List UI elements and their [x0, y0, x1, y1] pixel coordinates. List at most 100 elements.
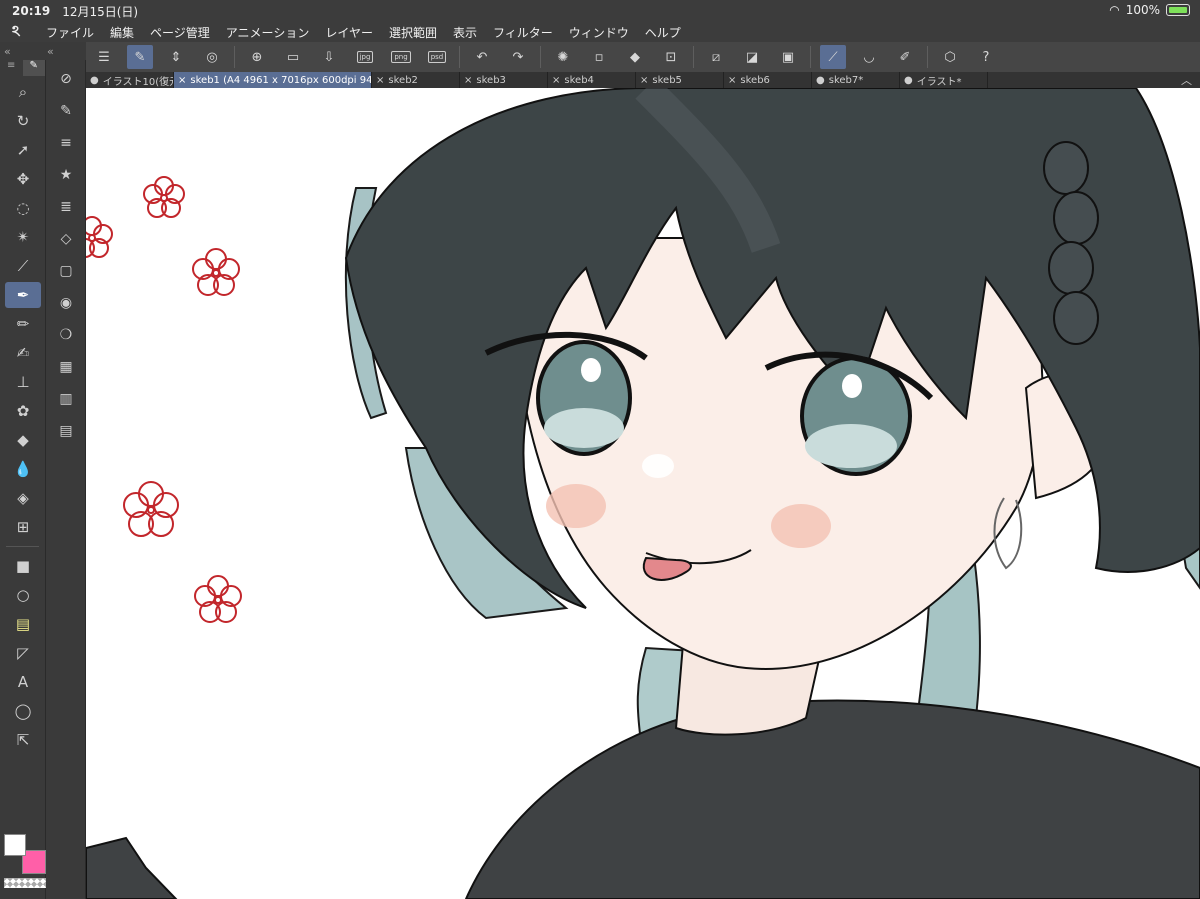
color-mix-icon[interactable]: ❍: [52, 322, 80, 348]
menu-help[interactable]: ヘルプ: [645, 24, 681, 41]
correct-line-icon[interactable]: ⇱: [5, 727, 41, 753]
loading-icon[interactable]: ✺: [550, 45, 576, 69]
close-icon[interactable]: ×: [728, 75, 736, 86]
drawing-canvas[interactable]: [86, 88, 1200, 899]
color-set-icon[interactable]: ▦: [52, 354, 80, 380]
tool-tab-brush[interactable]: ✎: [22, 60, 45, 76]
menu-filter[interactable]: フィルター: [493, 24, 553, 41]
edit-icon[interactable]: ✐: [892, 45, 918, 69]
menu-window[interactable]: ウィンドウ: [569, 24, 629, 41]
move-icon[interactable]: ✥: [5, 166, 41, 192]
layer-icon[interactable]: ◇: [52, 226, 80, 252]
battery-percent: 100%: [1125, 3, 1160, 17]
menu-file[interactable]: ファイル: [46, 24, 94, 41]
new-icon[interactable]: ⊕: [244, 45, 270, 69]
foreground-color-swatch[interactable]: [4, 834, 26, 856]
3d-icon[interactable]: ⬡: [937, 45, 963, 69]
show-selection-icon[interactable]: ▣: [775, 45, 801, 69]
close-icon[interactable]: ×: [178, 75, 186, 86]
menu-edit[interactable]: 編集: [110, 24, 134, 41]
layer-property-icon[interactable]: ≣: [52, 194, 80, 220]
eraser-icon[interactable]: ◆: [5, 427, 41, 453]
save-icon[interactable]: ⇩: [316, 45, 342, 69]
menu-view[interactable]: 表示: [453, 24, 477, 41]
clear-icon[interactable]: ▫: [586, 45, 612, 69]
menu-icon[interactable]: ☰: [91, 45, 117, 69]
figure-icon[interactable]: ⊞: [5, 514, 41, 540]
right-blush: [771, 504, 831, 548]
canvas-panel-icon[interactable]: ▢: [52, 258, 80, 284]
app-logo-icon[interactable]: ঽ: [12, 20, 34, 45]
balloon-icon[interactable]: ◯: [5, 698, 41, 724]
pen-icon[interactable]: ✒: [5, 282, 41, 308]
close-icon[interactable]: ×: [640, 75, 648, 86]
doc-tab[interactable]: × skeb2: [372, 72, 460, 88]
settings-icon[interactable]: ◎: [199, 45, 225, 69]
object-select-icon[interactable]: ➚: [5, 137, 41, 163]
menu-layer[interactable]: レイヤー: [325, 24, 373, 41]
modified-dot-icon: ●: [904, 74, 913, 86]
eyedropper-icon[interactable]: ⟋: [5, 253, 41, 279]
draw-icon[interactable]: ⟋: [820, 45, 846, 69]
timeline-icon[interactable]: ▥: [52, 386, 80, 412]
lasso-icon[interactable]: ◌: [5, 195, 41, 221]
close-icon[interactable]: ×: [376, 75, 384, 86]
color-circle-icon[interactable]: ◉: [52, 290, 80, 316]
material-icon[interactable]: ★: [52, 162, 80, 188]
ellipse-icon[interactable]: ○: [5, 582, 41, 608]
doc-tab[interactable]: ● イラスト10(復元: [86, 72, 174, 88]
transparent-color-swatch[interactable]: [4, 878, 46, 888]
transform-icon[interactable]: ⊡: [658, 45, 684, 69]
fill-icon[interactable]: ◆: [622, 45, 648, 69]
deselect-icon[interactable]: ⧄: [703, 45, 729, 69]
fill-icon[interactable]: ◈: [5, 485, 41, 511]
brush-icon[interactable]: ✍: [5, 340, 41, 366]
export-psd-icon[interactable]: psd: [424, 45, 450, 69]
export-png-icon[interactable]: png: [388, 45, 414, 69]
subtool-detail-icon[interactable]: ✎: [52, 98, 80, 124]
tabs-overflow-icon[interactable]: ︿: [1181, 72, 1192, 88]
doc-tab[interactable]: × skeb3: [460, 72, 548, 88]
doc-tab[interactable]: × skeb4: [548, 72, 636, 88]
magic-wand-icon[interactable]: ✴: [5, 224, 41, 250]
collapse-sub-icon[interactable]: «: [47, 45, 86, 58]
canvas-settings-icon[interactable]: ✎: [127, 45, 153, 69]
tool-property-icon[interactable]: ≡: [52, 130, 80, 156]
collapse-left-icon[interactable]: «: [4, 45, 43, 58]
blend-icon[interactable]: 💧: [5, 456, 41, 482]
doc-tab[interactable]: × skeb5: [636, 72, 724, 88]
close-icon[interactable]: ×: [552, 75, 560, 86]
text-icon[interactable]: A: [5, 669, 41, 695]
fill-bucket-icon[interactable]: ◡: [856, 45, 882, 69]
navigator-icon[interactable]: ⊘: [52, 66, 80, 92]
undo-icon[interactable]: ↶: [469, 45, 495, 69]
frame-icon[interactable]: ▤: [5, 611, 41, 637]
search-icon[interactable]: ⌕: [5, 79, 41, 105]
invert-selection-icon[interactable]: ◪: [739, 45, 765, 69]
doc-tab[interactable]: × skeb6: [724, 72, 812, 88]
color-indicator[interactable]: [2, 832, 46, 892]
menu-animation[interactable]: アニメーション: [226, 24, 310, 41]
tool-panel: ≡ ✎ ⌕ ↻ ➚ ✥ ◌ ✴ ⟋ ✒ ✏ ✍ ⊥ ✿ ◆ 💧 ◈ ⊞ ■ ○ …: [0, 60, 46, 899]
open-icon[interactable]: ▭: [280, 45, 306, 69]
tool-tab-menu[interactable]: ≡: [0, 60, 23, 76]
menu-page[interactable]: ページ管理: [150, 24, 210, 41]
airbrush-icon[interactable]: ⊥: [5, 369, 41, 395]
help-icon[interactable]: ?: [973, 45, 999, 69]
gradient-icon[interactable]: ■: [5, 553, 41, 579]
clock: 20:19: [12, 4, 51, 18]
doc-tab[interactable]: ● skeb7*: [812, 72, 900, 88]
export-jpg-icon[interactable]: jpg: [352, 45, 378, 69]
menu-selection[interactable]: 選択範囲: [389, 24, 437, 41]
pencil-icon[interactable]: ✏: [5, 311, 41, 337]
doc-tab[interactable]: ● イラスト*: [900, 72, 988, 88]
history-icon[interactable]: ▤: [52, 418, 80, 444]
quick-access-icon[interactable]: ⇕: [163, 45, 189, 69]
doc-tab-active[interactable]: ×skeb1 (A4 4961 x 7016px 600dpi 94.4%): [174, 72, 372, 88]
redo-icon[interactable]: ↷: [505, 45, 531, 69]
rotate-icon[interactable]: ↻: [5, 108, 41, 134]
ruler-icon[interactable]: ◸: [5, 640, 41, 666]
menu-bar: ঽ ファイル 編集 ページ管理 アニメーション レイヤー 選択範囲 表示 フィル…: [0, 22, 1200, 42]
decoration-icon[interactable]: ✿: [5, 398, 41, 424]
close-icon[interactable]: ×: [464, 75, 472, 86]
